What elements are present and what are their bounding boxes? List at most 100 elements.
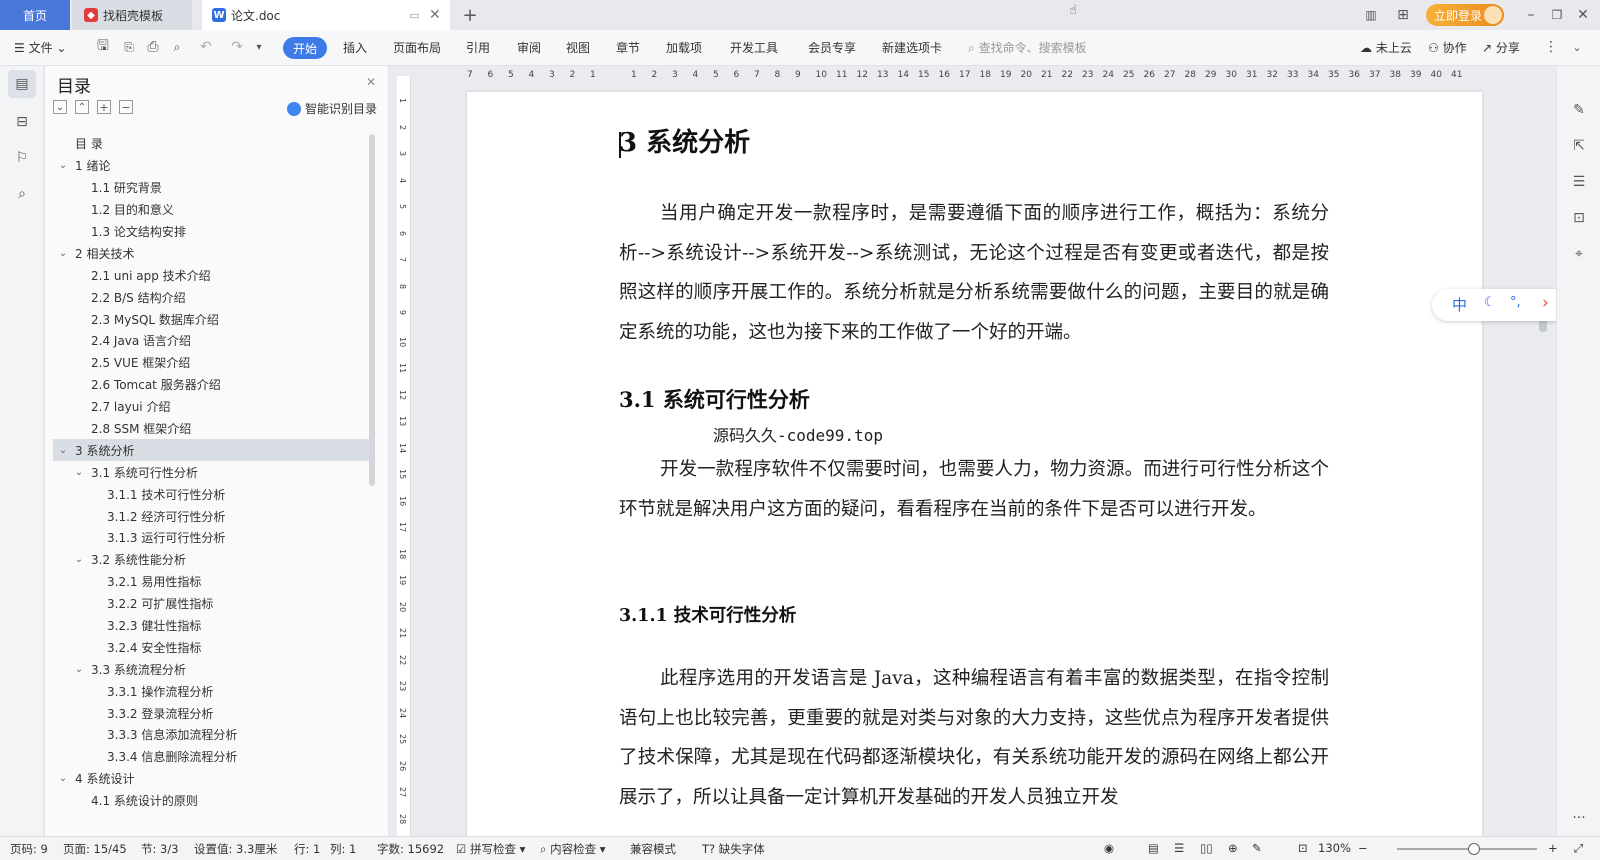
tab-references[interactable]: 引用 (466, 39, 490, 56)
horizontal-ruler[interactable]: 7 6 5 4 3 2 1 1 2 3 4 5 6 7 8 9 10 11 12 13 14 15 16 17 18 19 20 21… (467, 66, 1482, 90)
remove-heading-icon[interactable]: − (119, 100, 133, 114)
restore-icon[interactable]: ❐ (1546, 5, 1568, 25)
toc-item[interactable]: 3.3.2 登录流程分析 (53, 702, 369, 724)
undo-icon[interactable]: ↶ (192, 38, 220, 56)
toc-item[interactable]: 3.3.4 信息删除流程分析 (53, 746, 369, 768)
toc-item[interactable]: ⌄ 3.2 系统性能分析 (53, 549, 369, 571)
tab-member[interactable]: 会员专享 (808, 39, 856, 56)
more-tools-icon[interactable]: ··· (1567, 808, 1591, 828)
toc-item[interactable]: 1.1 研究背景 (53, 177, 369, 199)
cloud-button[interactable]: ☁ 未上云 (1360, 39, 1412, 56)
toc-item[interactable]: 2.5 VUE 框架介绍 (53, 352, 369, 374)
missing-font-button[interactable]: T? 缺失字体 (702, 841, 765, 857)
paragraph-tech[interactable]: 此程序选用的开发语言是 Java，这种编程语言有着丰富的数据类型，在指令控制语句… (619, 659, 1329, 817)
file-menu[interactable]: ☰ 文件 ⌄ (14, 39, 66, 56)
toc-item[interactable]: 2.6 Tomcat 服务器介绍 (53, 374, 369, 396)
toc-scrollbar[interactable] (369, 134, 375, 486)
toc-item[interactable]: 1.3 论文结构安排 (53, 221, 369, 243)
tab-page-layout[interactable]: 页面布局 (393, 39, 441, 56)
ime-lang-toggle[interactable]: 中 (1452, 294, 1467, 315)
chevron-right-icon[interactable]: › (1542, 293, 1549, 313)
tab-chapter[interactable]: 章节 (616, 39, 640, 56)
document-page[interactable]: 3 系统分析 当用户确定开发一款程序时，是需要遵循下面的顺序进行工作，概括为：系… (467, 92, 1482, 836)
zoom-out-icon[interactable]: − (1358, 841, 1368, 855)
chapter-nav-icon[interactable]: ⊟ (8, 108, 36, 136)
toc-item[interactable]: 目 录 (53, 133, 369, 155)
collab-button[interactable]: ⚇ 协作 (1428, 39, 1467, 56)
read-view-icon[interactable]: ▯▯ (1200, 841, 1213, 855)
tab-template[interactable]: ◆ 找稻壳模板 (72, 0, 192, 30)
tab-home[interactable]: 首页 (0, 0, 70, 30)
toc-item[interactable]: 3.2.1 易用性指标 (53, 571, 369, 593)
moon-icon[interactable]: ☾ (1484, 295, 1496, 310)
share-button[interactable]: ↗ 分享 (1482, 39, 1520, 56)
spell-check-button[interactable]: ☑ 拼写检查 ▾ (456, 841, 525, 857)
add-heading-icon[interactable]: + (97, 100, 111, 114)
chevron-down-icon[interactable]: ⌄ (57, 773, 69, 784)
zoom-in-icon[interactable]: + (1548, 841, 1558, 855)
toc-item[interactable]: 3.2.4 安全性指标 (53, 636, 369, 658)
minimize-icon[interactable]: – (1520, 5, 1542, 25)
toc-item[interactable]: 3.3.1 操作流程分析 (53, 680, 369, 702)
chevron-down-icon[interactable]: ⌄ (57, 160, 69, 171)
page-view-icon[interactable]: ▤ (1148, 841, 1159, 855)
layout-icon[interactable]: ▥ (1359, 5, 1383, 25)
toc-item[interactable]: 2.8 SSM 框架介绍 (53, 418, 369, 440)
toc-item[interactable]: 2.1 uni app 技术介绍 (53, 264, 369, 286)
status-pages[interactable]: 页面: 15/45 (63, 841, 127, 857)
toc-item[interactable]: ⌄ 3 系统分析 (53, 439, 369, 462)
eye-protect-icon[interactable]: ◉ (1104, 841, 1114, 855)
toc-item[interactable]: 3.2.2 可扩展性指标 (53, 593, 369, 615)
toc-item[interactable]: 3.1.2 经济可行性分析 (53, 505, 369, 527)
adjust-icon[interactable]: ☰ (1567, 170, 1591, 194)
location-icon[interactable]: ⌖ (1567, 242, 1591, 266)
status-words[interactable]: 字数: 15692 (377, 841, 444, 857)
tab-pin-icon[interactable]: ▭ (409, 9, 419, 22)
heading-system-analysis[interactable]: 3 系统分析 (619, 122, 750, 159)
toc-item[interactable]: 3.3.3 信息添加流程分析 (53, 724, 369, 746)
chevron-down-icon[interactable]: ⌄ (57, 248, 69, 259)
chevron-down-icon[interactable]: ⌄ (73, 554, 85, 565)
expand-up-icon[interactable]: ⌃ (75, 100, 89, 114)
toc-item[interactable]: 3.1.3 运行可行性分析 (53, 527, 369, 549)
grid-icon[interactable]: ⊞ (1392, 5, 1414, 25)
find-icon[interactable]: ⌕ (8, 180, 36, 208)
tab-addins[interactable]: 加载项 (666, 39, 702, 56)
pen-icon[interactable]: ✎ (1567, 98, 1591, 122)
toc-item[interactable]: 1.2 目的和意义 (53, 199, 369, 221)
chevron-down-icon[interactable]: ⌄ (73, 467, 85, 478)
toc-item[interactable]: 2.2 B/S 结构介绍 (53, 286, 369, 308)
chevron-down-icon[interactable]: ⌄ (57, 445, 69, 456)
select-cursor-icon[interactable]: ⇱ (1567, 134, 1591, 158)
tab-view[interactable]: 视图 (566, 39, 590, 56)
tab-developer[interactable]: 开发工具 (730, 39, 778, 56)
tab-document[interactable]: W 论文.doc ▭ ✕ (202, 0, 450, 30)
close-window-icon[interactable]: ✕ (1572, 5, 1594, 25)
print-icon[interactable]: ⎙ (144, 38, 162, 56)
toc-close-icon[interactable]: ✕ (363, 74, 379, 90)
fit-page-icon[interactable]: ⊡ (1298, 841, 1308, 855)
toc-item[interactable]: 3.2.3 健壮性指标 (53, 615, 369, 637)
web-view-icon[interactable]: ⊕ (1228, 841, 1238, 855)
vertical-ruler[interactable]: 1 2 3 4 5 6 7 8 9 10 11 12 13 14 15 16 17 18 19 20 21 22 23 24 2… (397, 76, 411, 836)
tab-close-icon[interactable]: ✕ (429, 7, 441, 23)
toc-item[interactable]: 2.3 MySQL 数据库介绍 (53, 308, 369, 330)
toc-item[interactable]: ⌄ 4 系统设计 (53, 768, 369, 790)
bookmark-icon[interactable]: ⚐ (8, 144, 36, 172)
smart-toc-button[interactable]: 智能识别目录 (287, 100, 377, 117)
login-button[interactable]: 立即登录 (1426, 4, 1504, 26)
redo-icon[interactable]: ↷ (228, 38, 246, 56)
tab-start[interactable]: 开始 (283, 37, 327, 59)
content-check-button[interactable]: ⌕ 内容检查 ▾ (540, 841, 606, 857)
toc-item[interactable]: ⌄ 3.1 系统可行性分析 (53, 461, 369, 483)
toc-panel-icon[interactable]: ▤ (8, 70, 36, 98)
add-tab-icon[interactable]: + (458, 4, 482, 26)
toc-item[interactable]: 4.1 系统设计的原则 (53, 790, 369, 812)
save-icon[interactable]: 🖫 (94, 38, 112, 56)
print-preview-icon[interactable]: ⌕ (168, 38, 186, 56)
toc-item[interactable]: 2.4 Java 语言介绍 (53, 330, 369, 352)
toc-item[interactable]: ⌄ 1 绪论 (53, 155, 369, 177)
tab-new-tab[interactable]: 新建选项卡 (882, 39, 942, 56)
quick-access-dropdown-icon[interactable]: ▾ (252, 38, 266, 56)
collapse-ribbon-icon[interactable]: ⌄ (1568, 38, 1586, 56)
